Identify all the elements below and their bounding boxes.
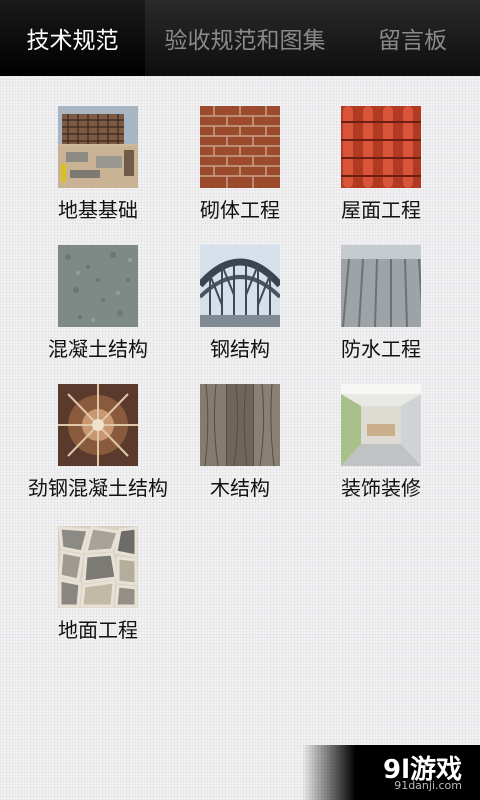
category-decoration[interactable]: 装饰装修 [306, 384, 456, 501]
stone-floor-photo-icon [58, 526, 138, 608]
category-label: 屋面工程 [341, 198, 421, 222]
tab-acceptance-specs[interactable]: 验收规范和图集 [145, 0, 345, 76]
category-steel-reinforced-concrete[interactable]: 劲钢混凝土结构 [23, 384, 173, 501]
wood-planks-photo-icon [200, 384, 280, 466]
interior-room-photo-icon [341, 384, 421, 466]
construction-site-photo-icon [58, 106, 138, 188]
metal-roof-photo-icon [341, 245, 421, 327]
category-flooring[interactable]: 地面工程 [23, 526, 173, 643]
category-roofing[interactable]: 屋面工程 [306, 106, 456, 223]
category-steel-structure[interactable]: 钢结构 [165, 245, 315, 362]
steel-bridge-photo-icon [200, 245, 280, 327]
category-label: 砌体工程 [200, 198, 280, 222]
tab-message-board[interactable]: 留言板 [345, 0, 480, 76]
tab-bar: 技术规范 验收规范和图集 留言板 [0, 0, 480, 76]
category-label: 防水工程 [341, 337, 421, 361]
category-foundation[interactable]: 地基基础 [23, 106, 173, 223]
concrete-surface-photo-icon [58, 245, 138, 327]
category-label: 混凝土结构 [48, 337, 148, 361]
tab-technical-specs[interactable]: 技术规范 [0, 0, 145, 76]
category-label: 劲钢混凝土结构 [28, 476, 168, 500]
category-timber-structure[interactable]: 木结构 [165, 384, 315, 501]
category-label: 地面工程 [58, 618, 138, 642]
category-label: 木结构 [210, 476, 270, 500]
watermark-url: 91danji.com [394, 779, 462, 792]
steel-frame-photo-icon [58, 384, 138, 466]
category-label: 装饰装修 [341, 476, 421, 500]
category-label: 地基基础 [58, 198, 138, 222]
brick-wall-photo-icon [200, 106, 280, 188]
category-concrete-structure[interactable]: 混凝土结构 [23, 245, 173, 362]
watermark-logo: 9l游戏 91danji.com [302, 745, 480, 800]
category-label: 钢结构 [210, 337, 270, 361]
category-masonry[interactable]: 砌体工程 [165, 106, 315, 223]
category-waterproofing[interactable]: 防水工程 [306, 245, 456, 362]
roof-tiles-photo-icon [341, 106, 421, 188]
